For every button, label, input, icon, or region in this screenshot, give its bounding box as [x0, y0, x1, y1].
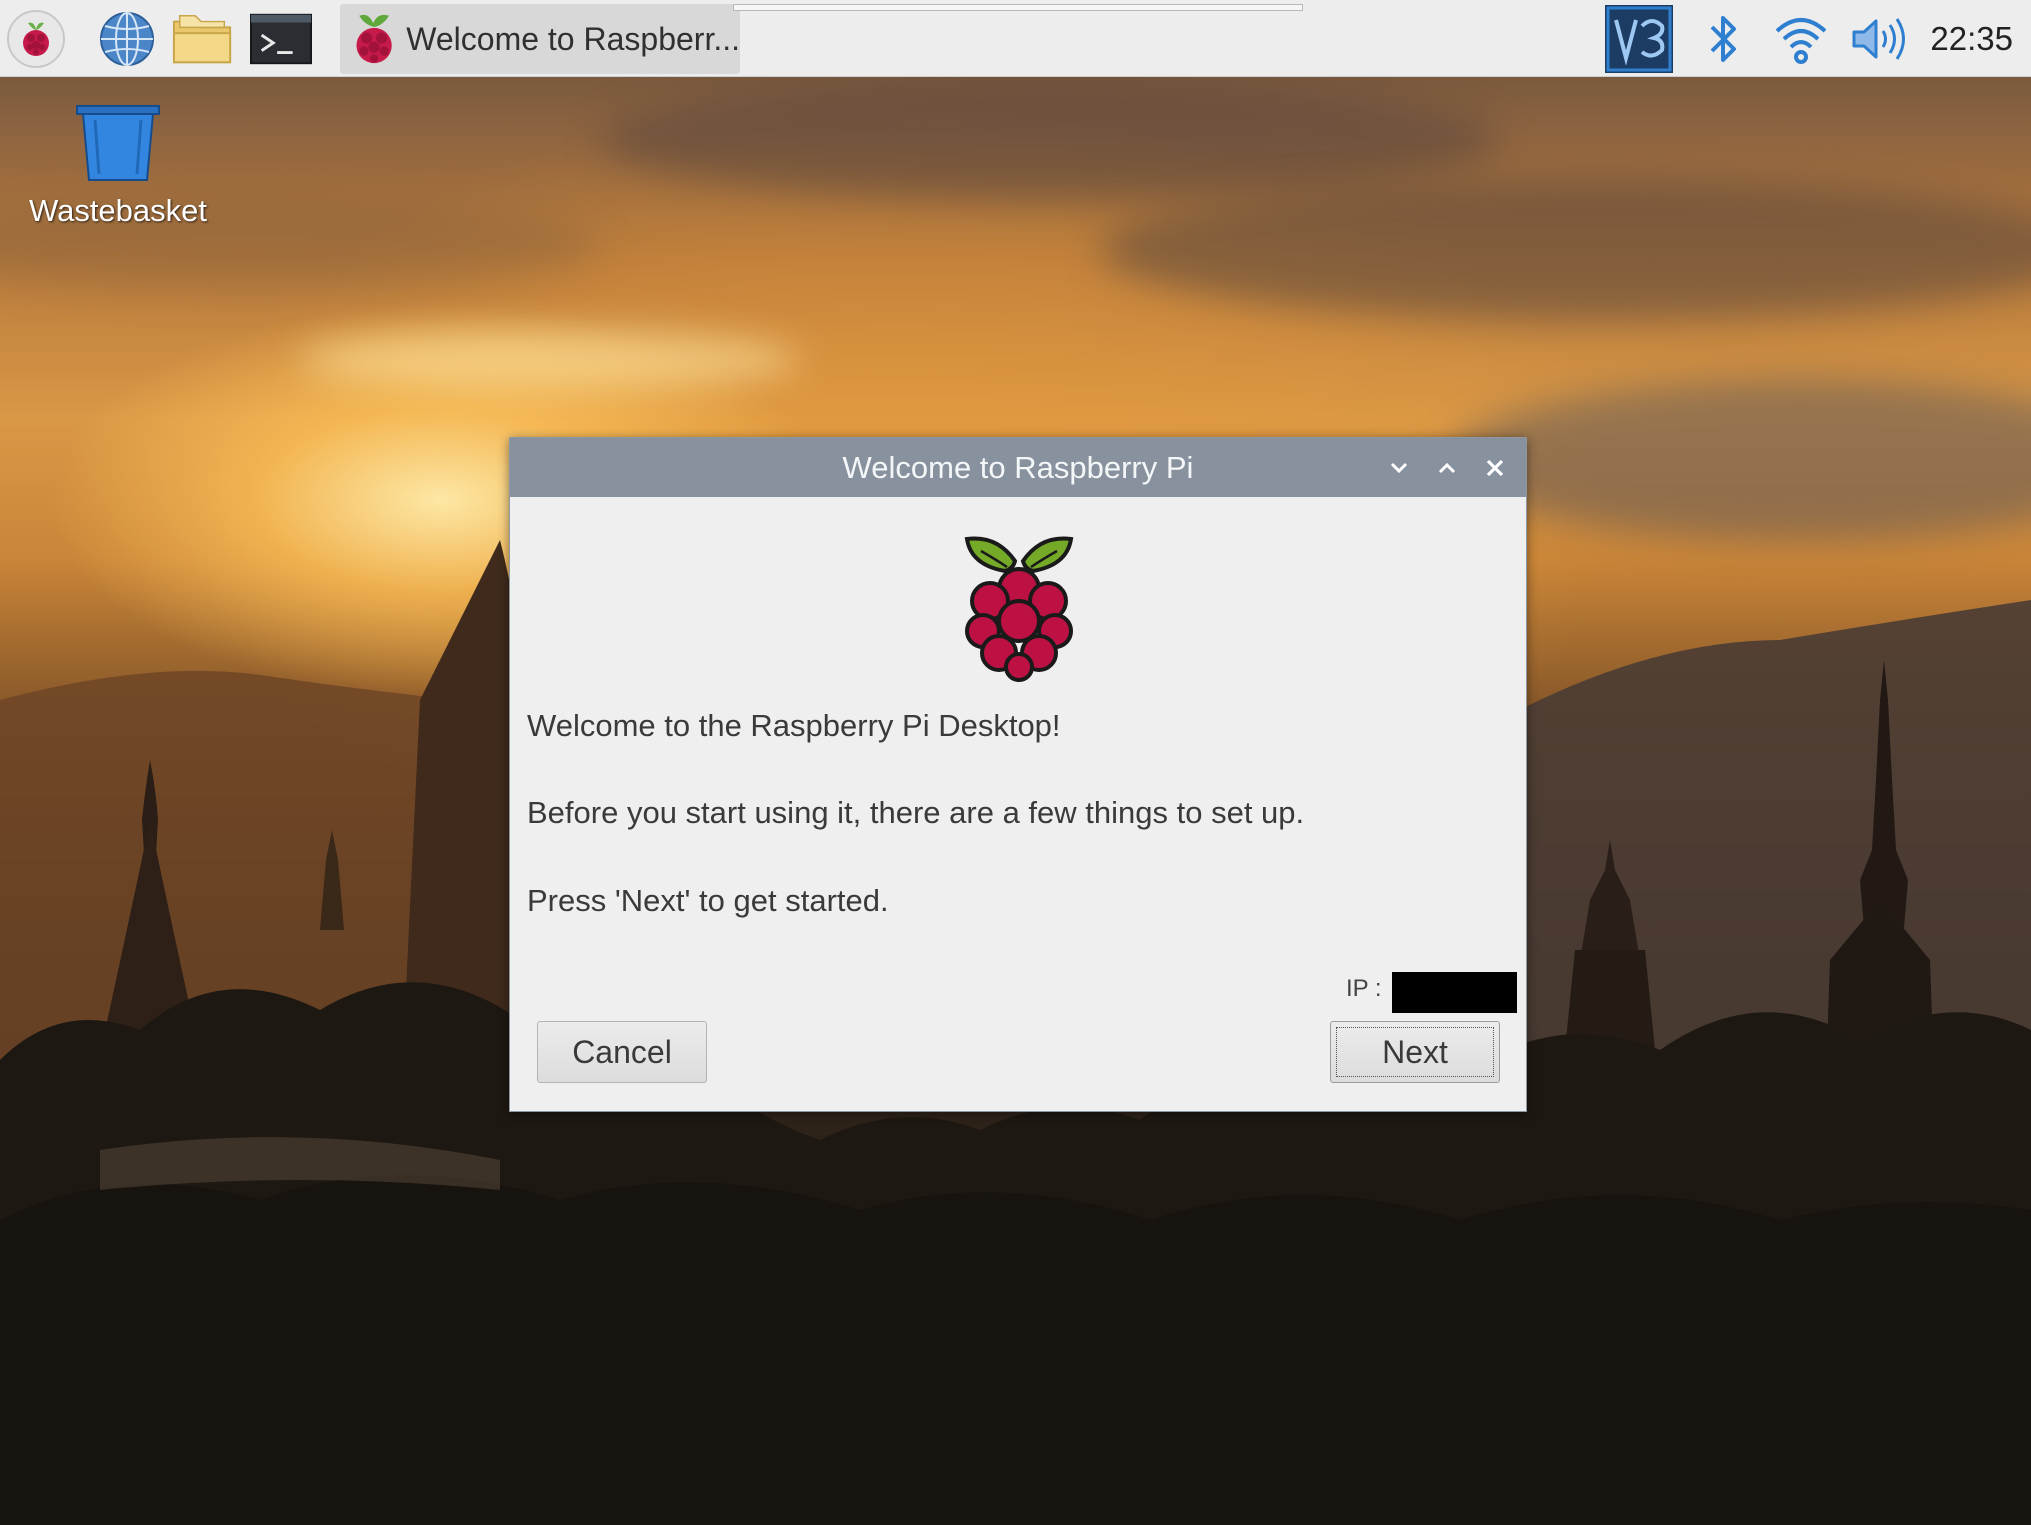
bluetooth-icon [1710, 16, 1736, 62]
raspberry-icon [7, 10, 65, 68]
raspberry-icon [356, 14, 392, 64]
folder-icon [172, 15, 232, 64]
dialog-titlebar[interactable]: Welcome to Raspberry Pi [510, 438, 1526, 497]
dialog-title: Welcome to Raspberry Pi [842, 450, 1194, 485]
desktop-icon-label: Wastebasket [28, 193, 208, 228]
ip-address-redacted [1392, 972, 1517, 1013]
vnc-icon [1605, 5, 1673, 73]
cancel-button[interactable]: Cancel [537, 1021, 707, 1083]
maximize-button[interactable] [1427, 448, 1467, 488]
volume-icon [1852, 18, 1905, 60]
raspberry-menu-button[interactable] [5, 8, 67, 70]
taskbar-item-welcome[interactable]: Welcome to Raspberr... [340, 4, 740, 74]
wifi-icon [1775, 18, 1827, 64]
web-browser-launcher[interactable] [96, 8, 158, 70]
close-button[interactable] [1475, 448, 1515, 488]
welcome-dialog: Welcome to Raspberry Pi Welcome to the R… [509, 437, 1527, 1112]
terminal-icon [250, 13, 312, 65]
close-icon [1486, 459, 1504, 477]
taskbar: Welcome to Raspberr... 22:35 [0, 0, 2031, 77]
taskbar-item-label: Welcome to Raspberr... [406, 20, 740, 57]
vnc-server-button[interactable] [1603, 3, 1675, 75]
minimize-button[interactable] [1379, 448, 1419, 488]
chevron-up-icon [1438, 462, 1456, 474]
raspberry-pi-logo [964, 536, 1074, 682]
wastebasket-icon [76, 105, 160, 181]
instruction-message: Press 'Next' to get started. [527, 883, 889, 918]
file-manager-launcher[interactable] [172, 8, 234, 70]
chevron-down-icon [1390, 462, 1408, 474]
globe-icon [100, 12, 154, 66]
clock[interactable]: 22:35 [1930, 0, 2013, 77]
focus-ring [1336, 1027, 1494, 1077]
setup-message: Before you start using it, there are a f… [527, 795, 1305, 830]
ip-label: IP : [1346, 975, 1382, 1002]
terminal-launcher[interactable] [250, 8, 312, 70]
next-button[interactable]: Next [1330, 1021, 1500, 1083]
volume-button[interactable] [1848, 8, 1910, 70]
desktop-icon-wastebasket[interactable]: Wastebasket [18, 100, 218, 250]
taskbar-divider [733, 4, 1303, 11]
wifi-button[interactable] [1770, 8, 1832, 70]
welcome-message: Welcome to the Raspberry Pi Desktop! [527, 708, 1061, 743]
bluetooth-button[interactable] [1693, 8, 1755, 70]
